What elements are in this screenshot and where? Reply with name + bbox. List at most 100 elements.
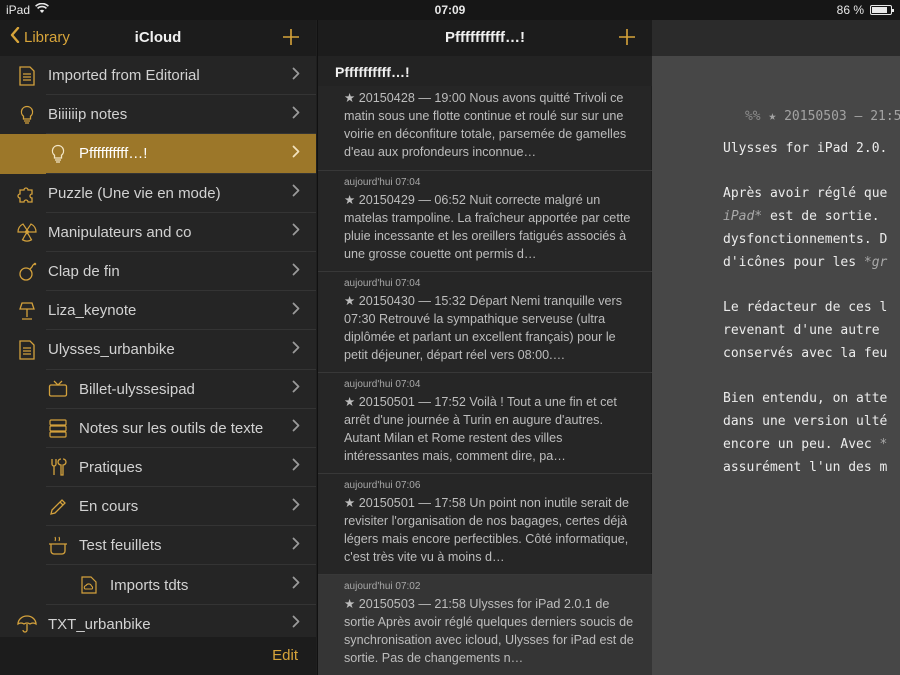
add-group-button[interactable] — [282, 24, 300, 50]
tools-icon — [47, 456, 69, 478]
lightbulb-icon — [16, 104, 38, 126]
sheet-item[interactable]: aujourd'hui 07:06 ★ 20150501 — 17:58 Un p… — [318, 474, 652, 575]
stack-icon — [47, 417, 69, 439]
chevron-right-icon — [292, 576, 316, 594]
sidebar-item-label: Pffffffffff…! — [79, 145, 148, 163]
sidebar-item-billet-ulyssesipad[interactable]: Billet-ulyssesipad — [0, 370, 316, 409]
sidebar-item-pffffffffff[interactable]: Pffffffffff…! — [0, 134, 316, 174]
battery-percent: 86 % — [836, 3, 864, 17]
sheet-preview: ★ 20150501 — 17:58 Un point non inutile … — [344, 496, 630, 564]
text-run: encore un peu. Avec — [723, 437, 880, 452]
sheet-preview: ★ 20150501 — 17:52 Voilà ! Tout a une fi… — [344, 395, 617, 463]
tv-icon — [47, 378, 69, 400]
sidebar-item-ulysses-urbanbike[interactable]: Ulysses_urbanbike — [0, 330, 316, 370]
lightbulb-icon — [47, 143, 69, 165]
sidebar-item-pratiques[interactable]: Pratiques — [0, 448, 316, 488]
chevron-right-icon — [292, 615, 316, 633]
editor-line: iPad* est de sortie. — [723, 209, 880, 224]
pencil-icon — [47, 496, 69, 518]
text-run: Après avoir réglé que — [723, 186, 888, 201]
library-list: Imported from Editorial Biiiiiip notes Pff… — [0, 56, 316, 645]
editor-navbar — [652, 20, 900, 56]
chevron-right-icon — [292, 498, 316, 516]
sidebar-item-puzzle-une-vie-en-mode[interactable]: Puzzle (Une vie en mode) — [0, 174, 316, 213]
sheet-item[interactable]: aujourd'hui 07:04 ★ 20150501 — 17:52 Voil… — [318, 373, 652, 474]
radiation-icon — [16, 221, 38, 243]
sheet-date: aujourd'hui 07:04 — [344, 278, 421, 289]
umbrella-icon — [16, 613, 38, 635]
editor-heading: %% ★ 20150503 — 21:58 — [698, 94, 900, 139]
editor-line: Après avoir réglé que — [723, 186, 887, 201]
editor-panel[interactable]: %% ★ 20150503 — 21:58 Ulysses for iPad 2… — [652, 20, 900, 675]
text-run: dans une version ulté — [723, 414, 888, 429]
editor-line: Le rédacteur de ces l — [723, 300, 887, 315]
sheet-preview: ★ 20150428 — 19:00 Nous avons quitté Tri… — [344, 91, 627, 159]
sidebar-item-label: TXT_urbanbike — [48, 615, 151, 633]
add-sheet-button[interactable] — [618, 24, 636, 50]
sidebar-item-test-feuillets[interactable]: Test feuillets — [0, 526, 316, 566]
status-bar: iPad 07:09 86 % — [0, 0, 900, 20]
editor-line: Ulysses for iPad 2.0. — [723, 141, 887, 156]
sidebar-item-imports-tdts[interactable]: Imports tdts — [0, 565, 316, 605]
sheet-list: ★ 20150428 — 19:00 Nous avons quitté Tri… — [318, 86, 652, 675]
sidebar-item-en-cours[interactable]: En cours — [0, 487, 316, 527]
edit-button[interactable]: Edit — [272, 647, 298, 664]
sidebar-item-label: Biiiiiip notes — [48, 106, 128, 124]
sheet-item[interactable]: aujourd'hui 07:04 ★ 20150430 — 15:32 Dépa… — [318, 272, 652, 373]
editor-line: dans une version ulté — [723, 414, 887, 429]
bomb-icon — [16, 261, 38, 283]
text-run: d'icônes pour les — [723, 255, 864, 270]
text-run: Ulysses for iPad 2.0. — [723, 141, 888, 156]
sheets-panel: Pffffffffff…! Pffffffffff…! ★ 20150428 —… — [317, 20, 652, 675]
editor-line: d'icônes pour les *gr — [723, 255, 887, 270]
sidebar-item-label: Billet-ulyssesipad — [79, 380, 195, 398]
heading-text: ★ 20150503 — 21:58 — [760, 109, 900, 124]
puzzle-icon — [16, 182, 38, 204]
sheet-item[interactable]: aujourd'hui 07:04 ★ 20150429 — 06:52 Nuit… — [318, 171, 652, 272]
chevron-right-icon — [292, 67, 316, 85]
sidebar-item-label: Manipulateurs and co — [48, 223, 192, 241]
chevron-right-icon — [292, 145, 316, 163]
sidebar-item-manipulateurs-and-co[interactable]: Manipulateurs and co — [0, 213, 316, 253]
sheet-date: aujourd'hui 07:04 — [344, 379, 421, 390]
sheet-preview: ★ 20150429 — 06:52 Nuit correcte malgré … — [344, 193, 631, 261]
chevron-right-icon — [292, 223, 316, 241]
library-title: iCloud — [134, 29, 182, 46]
battery-icon — [870, 5, 894, 15]
text-run: dysfonctionnements. D — [723, 232, 888, 247]
emphasis-text: iPad* — [723, 209, 763, 224]
sheets-navbar: Pffffffffff…! — [318, 20, 652, 56]
sheet-item[interactable]: ★ 20150428 — 19:00 Nous avons quitté Tri… — [318, 86, 652, 171]
clock: 07:09 — [434, 3, 466, 17]
sidebar-item-label: Puzzle (Une vie en mode) — [48, 184, 221, 202]
text-run: Bien entendu, on atte — [723, 391, 888, 406]
sidebar-item-label: Imports tdts — [110, 576, 189, 594]
sidebar-item-imported-from-editorial[interactable]: Imported from Editorial — [0, 56, 316, 96]
sidebar-item-label: Notes sur les outils de texte — [79, 419, 264, 437]
sidebar-item-liza-keynote[interactable]: Liza_keynote — [0, 291, 316, 331]
plus-icon — [618, 22, 636, 52]
sheet-preview: ★ 20150503 — 21:58 Ulysses for iPad 2.0.… — [344, 597, 634, 665]
chevron-right-icon — [292, 380, 316, 398]
sidebar-item-notes-sur-les-outils-de-texte[interactable]: Notes sur les outils de texte — [0, 409, 316, 449]
sheet-item[interactable]: aujourd'hui 07:02 ★ 20150503 — 21:58 Ulys… — [318, 575, 652, 675]
sheets-section-header: Pffffffffff…! — [318, 56, 652, 86]
editor-line: dysfonctionnements. D — [723, 232, 887, 247]
text-run: revenant d'une autre — [723, 323, 880, 338]
emphasis-text: * — [879, 437, 888, 452]
emphasis-text: *gr — [863, 255, 888, 270]
heading-marker: %% — [744, 109, 761, 124]
sidebar-item-label: Ulysses_urbanbike — [48, 341, 175, 359]
chevron-right-icon — [292, 302, 316, 320]
cloud-doc-icon — [78, 574, 100, 596]
sidebar-item-label: Clap de fin — [48, 263, 120, 281]
sidebar-item-clap-de-fin[interactable]: Clap de fin — [0, 252, 316, 292]
editor-line: conservés avec la feu — [723, 346, 887, 361]
text-run: conservés avec la feu — [723, 346, 888, 361]
text-run: est de sortie. — [762, 209, 880, 224]
pot-icon — [47, 535, 69, 557]
sheet-date: aujourd'hui 07:04 — [344, 177, 421, 188]
sidebar-item-biiiiiip-notes[interactable]: Biiiiiip notes — [0, 95, 316, 135]
chevron-right-icon — [292, 263, 316, 281]
sheet-date: aujourd'hui 07:02 — [344, 581, 421, 592]
